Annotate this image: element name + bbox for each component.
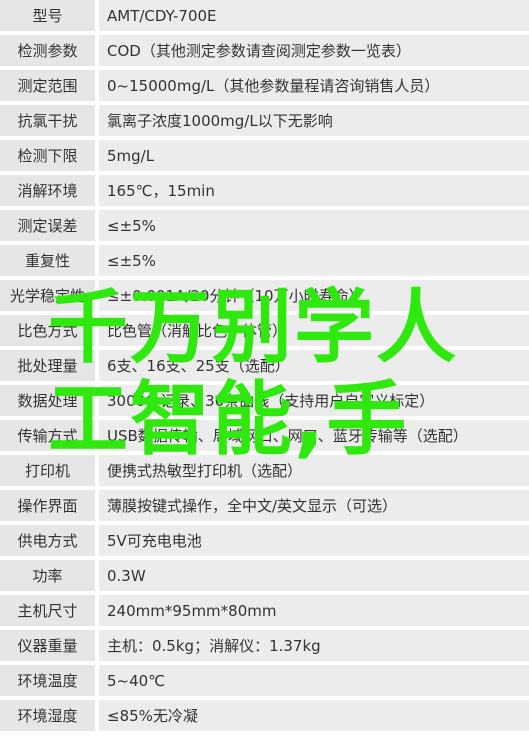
spec-row: 测定误差 ≤±5% (0, 210, 529, 241)
spec-row: 仪器重量 主机：0.5kg；消解仪：1.37kg (0, 630, 529, 661)
spec-row: 操作界面 薄膜按键式操作，全中文/英文显示（可选） (0, 490, 529, 521)
spec-row: 抗氯干扰 氯离子浓度1000mg/L以下无影响 (0, 105, 529, 136)
overlay-caption: 千万别学人 工智能,手 (48, 282, 458, 466)
spec-value: 主机：0.5kg；消解仪：1.37kg (99, 630, 529, 661)
spec-value: AMT/CDY-700E (99, 0, 529, 31)
spec-label: 测定范围 (0, 70, 95, 101)
spec-value: 5~40℃ (99, 665, 529, 696)
spec-label: 环境湿度 (0, 700, 95, 731)
spec-label: 测定误差 (0, 210, 95, 241)
spec-row: 重复性 ≤±5% (0, 245, 529, 276)
spec-value: 0.3W (99, 560, 529, 591)
spec-label: 检测下限 (0, 140, 95, 171)
spec-label: 仪器重量 (0, 630, 95, 661)
spec-value: 5V可充电电池 (99, 525, 529, 556)
spec-row: 消解环境 165℃，15min (0, 175, 529, 206)
spec-row: 检测参数 COD（其他测定参数请查阅测定参数一览表） (0, 35, 529, 66)
spec-value: ≤85%无冷凝 (99, 700, 529, 731)
spec-value: 薄膜按键式操作，全中文/英文显示（可选） (99, 490, 529, 521)
spec-value: ≤±5% (99, 245, 529, 276)
spec-label: 消解环境 (0, 175, 95, 206)
spec-row: 环境温度 5~40℃ (0, 665, 529, 696)
spec-row: 型号 AMT/CDY-700E (0, 0, 529, 31)
spec-row: 供电方式 5V可充电电池 (0, 525, 529, 556)
spec-row: 检测下限 5mg/L (0, 140, 529, 171)
spec-row: 功率 0.3W (0, 560, 529, 591)
spec-label: 型号 (0, 0, 95, 31)
spec-value: 氯离子浓度1000mg/L以下无影响 (99, 105, 529, 136)
spec-label: 重复性 (0, 245, 95, 276)
spec-label: 抗氯干扰 (0, 105, 95, 136)
spec-label: 操作界面 (0, 490, 95, 521)
spec-value: COD（其他测定参数请查阅测定参数一览表） (99, 35, 529, 66)
spec-row: 主机尺寸 240mm*95mm*80mm (0, 595, 529, 626)
spec-label: 主机尺寸 (0, 595, 95, 626)
spec-label: 功率 (0, 560, 95, 591)
spec-value: 0~15000mg/L（其他参数量程请咨询销售人员） (99, 70, 529, 101)
spec-label: 检测参数 (0, 35, 95, 66)
spec-value: ≤±5% (99, 210, 529, 241)
spec-label: 环境温度 (0, 665, 95, 696)
overlay-line-2: 工智能,手 (48, 373, 409, 466)
spec-value: 165℃，15min (99, 175, 529, 206)
spec-value: 240mm*95mm*80mm (99, 595, 529, 626)
spec-value: 5mg/L (99, 140, 529, 171)
spec-row: 环境湿度 ≤85%无冷凝 (0, 700, 529, 731)
overlay-line-1: 千万别学人 (48, 281, 458, 374)
spec-row: 测定范围 0~15000mg/L（其他参数量程请咨询销售人员） (0, 70, 529, 101)
spec-label: 供电方式 (0, 525, 95, 556)
